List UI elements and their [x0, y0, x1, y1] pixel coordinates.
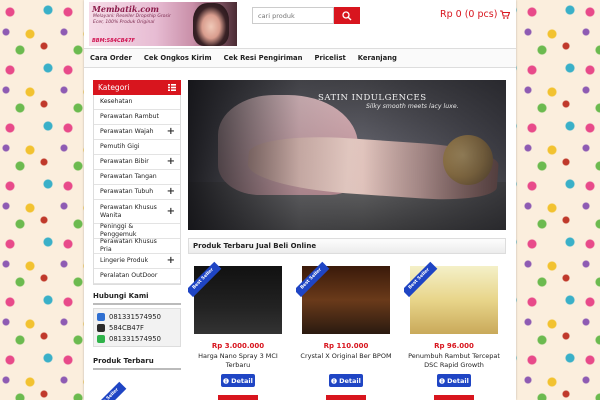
- product-name[interactable]: Harga Nano Spray 3 MCI Terbaru: [190, 352, 286, 370]
- detail-button[interactable]: Detail: [329, 374, 363, 387]
- expand-plus-icon[interactable]: +: [167, 187, 175, 197]
- contact-header: Hubungi Kami: [93, 292, 181, 305]
- detail-button-label: Detail: [339, 376, 361, 385]
- category-label: Peninggi & Penggemuk: [100, 223, 137, 238]
- category-item[interactable]: Peninggi & Penggemuk: [94, 223, 180, 239]
- logo-tagline: Melayani: Reseller Dropship Grosir Ecer,…: [93, 14, 171, 25]
- product-cart-tab[interactable]: [326, 395, 366, 400]
- category-label: Perawatan Tangan: [100, 173, 157, 180]
- nav-keranjang[interactable]: Keranjang: [358, 54, 397, 62]
- latest-products-header: Produk Terbaru: [93, 357, 181, 370]
- category-label: Perawatan Rambut: [100, 113, 159, 120]
- category-item[interactable]: Lingerie Produk +: [94, 254, 180, 269]
- category-item[interactable]: Perawatan Khusus Wanita +: [94, 200, 180, 224]
- category-label: Kesehatan: [100, 98, 133, 105]
- search-box: [252, 7, 334, 24]
- contact-row[interactable]: 584CB47F: [97, 322, 177, 333]
- category-item[interactable]: Kesehatan: [94, 95, 180, 110]
- sidebar-product[interactable]: Best Seller: [93, 380, 181, 400]
- category-item[interactable]: Perawatan Khusus Pria: [94, 238, 180, 254]
- product-card[interactable]: Best Seller Rp 110.000 Crystal X Original …: [296, 260, 396, 400]
- banner-subtitle: Silky smooth meets lacy luxe.: [366, 103, 459, 110]
- product-card[interactable]: Best Seller Rp 3.000.000 Harga Nano Spray …: [188, 260, 288, 400]
- contact-value: 584CB47F: [109, 323, 144, 332]
- category-header: Kategori: [93, 80, 181, 95]
- contact-box: 081331574950 584CB47F 081331574950: [93, 308, 181, 347]
- category-item[interactable]: Peralatan OutDoor: [94, 269, 180, 284]
- expand-plus-icon[interactable]: +: [167, 206, 175, 217]
- detail-button-label: Detail: [447, 376, 469, 385]
- site-logo[interactable]: Membatik.com Melayani: Reseller Dropship…: [89, 2, 237, 46]
- category-label: Perawatan Khusus Pria: [100, 238, 157, 253]
- whatsapp-icon: [97, 334, 105, 343]
- category-label: Perawatan Wajah: [100, 128, 154, 135]
- category-item[interactable]: Perawatan Tubuh +: [94, 185, 180, 200]
- contact-value: 081331574950: [109, 312, 161, 321]
- logo-model-image: [193, 3, 229, 46]
- contact-row[interactable]: 081331574950: [97, 333, 177, 344]
- info-icon: [223, 377, 229, 384]
- nav-cek-resi[interactable]: Cek Resi Pengiriman: [224, 54, 303, 62]
- product-price: Rp 110.000: [323, 342, 369, 350]
- product-grid: Best Seller Rp 3.000.000 Harga Nano Spray …: [188, 260, 506, 400]
- product-name[interactable]: Penumbuh Rambut Tercepat DSC Rapid Growt…: [406, 352, 502, 370]
- search-icon: [342, 10, 352, 20]
- detail-button[interactable]: Detail: [437, 374, 471, 387]
- info-icon: [439, 377, 445, 384]
- nav-cara-order[interactable]: Cara Order: [90, 54, 132, 62]
- best-seller-ribbon: Best Seller: [404, 260, 444, 300]
- info-icon: [331, 377, 337, 384]
- category-item[interactable]: Perawatan Wajah +: [94, 125, 180, 140]
- contact-value: 081331574950: [109, 334, 161, 343]
- phone-icon: [97, 312, 105, 321]
- contact-row[interactable]: 081331574950: [97, 311, 177, 322]
- product-price: Rp 3.000.000: [211, 342, 265, 350]
- category-item[interactable]: Perawatan Bibir +: [94, 155, 180, 170]
- main-nav: Cara Order Cek Ongkos Kirim Cek Resi Pen…: [84, 48, 516, 68]
- category-item[interactable]: Perawatan Rambut: [94, 110, 180, 125]
- banner-title: SATIN INDULGENCES: [318, 93, 427, 103]
- cart-total: Rp 0 (0 pcs): [440, 9, 498, 20]
- logo-title: Membatik.com: [92, 4, 159, 14]
- best-seller-ribbon: Best Seller: [93, 380, 133, 400]
- bbm-icon: [97, 323, 105, 332]
- list-icon: [168, 84, 176, 91]
- expand-plus-icon[interactable]: +: [167, 127, 175, 137]
- search-button[interactable]: [334, 7, 360, 24]
- best-seller-ribbon: Best Seller: [296, 260, 336, 300]
- category-label: Peralatan OutDoor: [100, 272, 158, 279]
- cart-icon: [500, 10, 511, 19]
- category-list: Kesehatan Perawatan Rambut Perawatan Wajah…: [93, 95, 181, 285]
- cart-summary[interactable]: Rp 0 (0 pcs): [440, 9, 511, 20]
- category-label: Perawatan Bibir: [100, 158, 149, 165]
- category-label: Perawatan Khusus Wanita: [100, 203, 157, 219]
- product-name[interactable]: Crystal X Original Ber BPOM: [298, 352, 394, 361]
- category-label: Perawatan Tubuh: [100, 188, 154, 195]
- expand-plus-icon[interactable]: +: [167, 157, 175, 167]
- nav-pricelist[interactable]: Pricelist: [314, 54, 345, 62]
- category-item[interactable]: Pemutih Gigi: [94, 140, 180, 155]
- category-title: Kategori: [98, 83, 130, 92]
- product-card[interactable]: Best Seller Rp 96.000 Penumbuh Rambut Terc…: [404, 260, 504, 400]
- detail-button[interactable]: Detail: [221, 374, 255, 387]
- page-container: Membatik.com Melayani: Reseller Dropship…: [84, 0, 516, 400]
- category-item[interactable]: Perawatan Tangan: [94, 170, 180, 185]
- nav-cek-ongkos-kirim[interactable]: Cek Ongkos Kirim: [144, 54, 212, 62]
- search-input[interactable]: [253, 8, 333, 23]
- category-label: Lingerie Produk: [100, 257, 149, 264]
- logo-bbm: BBM:584CB47F: [92, 38, 135, 44]
- expand-plus-icon[interactable]: +: [167, 256, 175, 266]
- sidebar: Kategori Kesehatan Perawatan Rambut Perawa…: [93, 80, 181, 400]
- product-price: Rp 96.000: [434, 342, 474, 350]
- best-seller-ribbon: Best Seller: [188, 260, 228, 300]
- product-cart-tab[interactable]: [434, 395, 474, 400]
- category-label: Pemutih Gigi: [100, 143, 140, 150]
- latest-products-heading: Produk Terbaru Jual Beli Online: [188, 238, 506, 254]
- product-cart-tab[interactable]: [218, 395, 258, 400]
- detail-button-label: Detail: [231, 376, 253, 385]
- hero-banner[interactable]: SATIN INDULGENCES Silky smooth meets lac…: [188, 80, 506, 230]
